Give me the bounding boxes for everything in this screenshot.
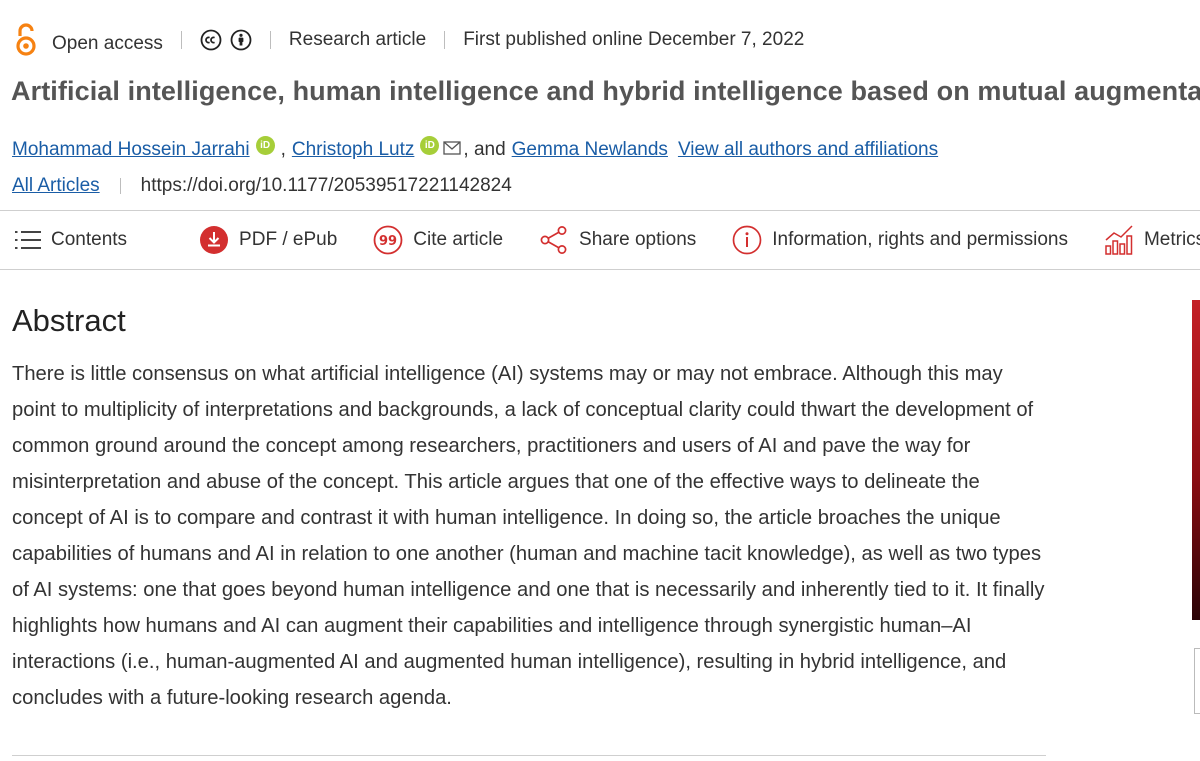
divider bbox=[444, 31, 446, 49]
orcid-icon[interactable]: iD bbox=[255, 136, 275, 155]
article-toolbar: Contents PDF / ePub 99 Cite article Shar… bbox=[0, 211, 1200, 269]
contents-button[interactable]: Contents bbox=[15, 229, 127, 251]
quote-icon: 99 bbox=[373, 225, 403, 255]
side-banner-image[interactable] bbox=[1192, 300, 1200, 620]
divider bbox=[119, 178, 121, 194]
all-articles-link[interactable]: All Articles bbox=[12, 175, 100, 197]
share-icon bbox=[540, 226, 567, 254]
email-icon[interactable] bbox=[443, 139, 462, 161]
info-icon bbox=[732, 225, 762, 255]
cite-article-button[interactable]: 99 Cite article bbox=[373, 225, 503, 255]
cite-article-label: Cite article bbox=[413, 229, 504, 250]
share-options-label: Share options bbox=[579, 229, 697, 250]
download-icon bbox=[200, 226, 229, 254]
divider bbox=[180, 31, 182, 49]
svg-text:99: 99 bbox=[379, 234, 397, 249]
pdf-epub-button[interactable]: PDF / ePub bbox=[199, 225, 337, 255]
abstract-text: There is little consensus on what artifi… bbox=[12, 363, 1045, 709]
view-all-authors-link[interactable]: View all authors and affiliations bbox=[678, 139, 938, 161]
bar-chart-icon bbox=[1105, 225, 1133, 255]
article-links-row: All Articles https://doi.org/10.1177/205… bbox=[12, 175, 512, 197]
author-separator: , bbox=[280, 138, 286, 160]
orcid-icon[interactable]: iD bbox=[420, 136, 440, 155]
metrics-label: Metrics bbox=[1143, 229, 1200, 250]
author-link[interactable]: Mohammad Hossein Jarrahi bbox=[12, 139, 250, 161]
attribution-icon bbox=[230, 29, 252, 51]
pdf-epub-label: PDF / ePub bbox=[239, 229, 338, 250]
license-icons[interactable] bbox=[200, 29, 252, 51]
list-icon bbox=[15, 231, 41, 249]
author-link[interactable]: Gemma Newlands bbox=[512, 139, 668, 161]
creative-commons-icon bbox=[200, 29, 222, 51]
article-meta-row: Open access Research article First publi… bbox=[12, 20, 804, 60]
open-access-icon bbox=[12, 22, 40, 58]
toolbar-bottom-border bbox=[0, 269, 1200, 270]
abstract-heading: Abstract bbox=[12, 303, 126, 338]
open-access-label: Open access bbox=[52, 33, 163, 54]
author-link[interactable]: Christoph Lutz bbox=[292, 139, 415, 161]
publication-date: First published online December 7, 2022 bbox=[463, 29, 805, 50]
doi-link[interactable]: https://doi.org/10.1177/2053951722114282… bbox=[141, 175, 512, 197]
divider bbox=[269, 31, 271, 49]
information-label: Information, rights and permissions bbox=[772, 229, 1068, 250]
share-options-button[interactable]: Share options bbox=[539, 225, 696, 255]
side-panel-edge bbox=[1194, 648, 1200, 714]
author-conjunction: , and bbox=[463, 138, 506, 160]
author-list: Mohammad Hossein Jarrahi iD, Christoph L… bbox=[12, 136, 938, 163]
article-title: Artificial intelligence, human intellige… bbox=[11, 76, 1200, 106]
section-divider bbox=[12, 755, 1046, 756]
article-type: Research article bbox=[288, 29, 427, 50]
information-button[interactable]: Information, rights and permissions bbox=[732, 225, 1068, 255]
metrics-button[interactable]: Metrics bbox=[1104, 224, 1200, 256]
contents-label: Contents bbox=[51, 229, 128, 250]
